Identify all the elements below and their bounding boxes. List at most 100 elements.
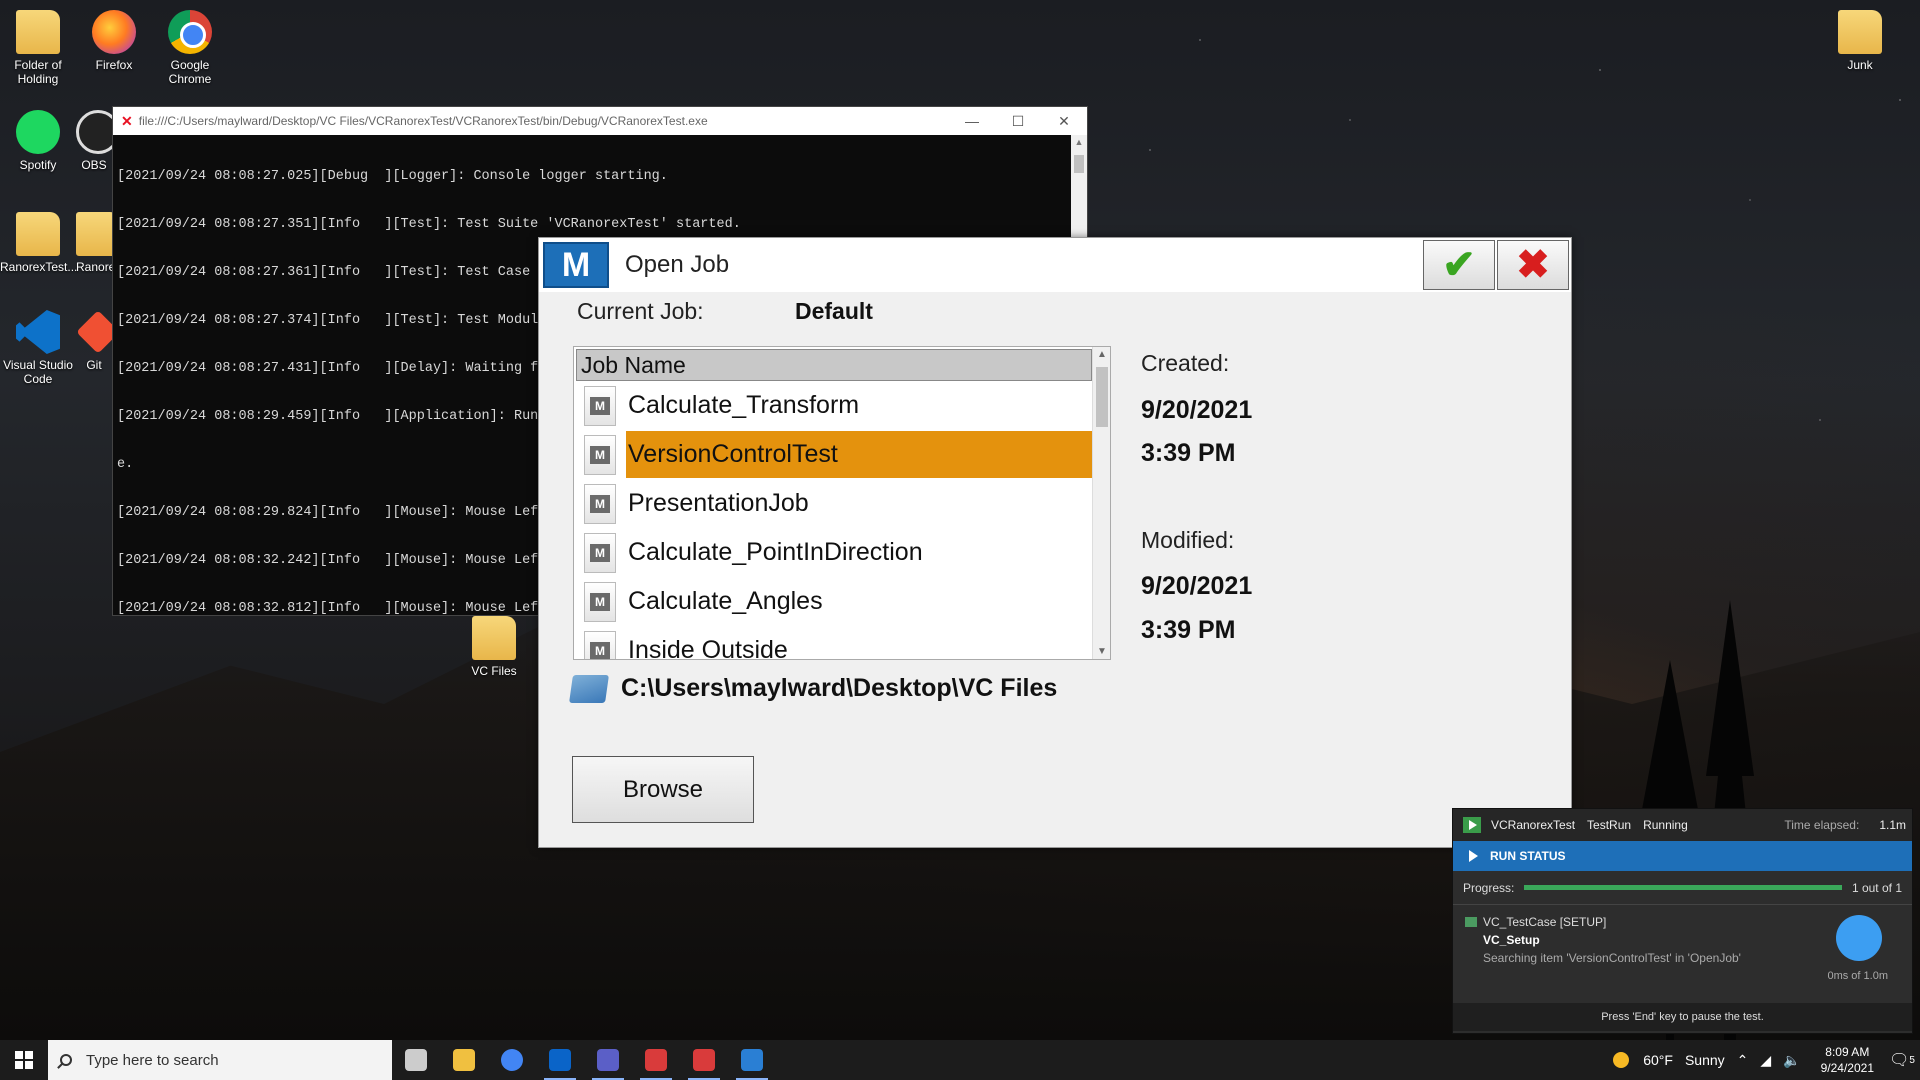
job-name: Calculate_PointInDirection [628, 538, 923, 566]
list-item[interactable]: M Inside Outside [574, 626, 1092, 660]
cancel-button[interactable]: ✖ [1497, 240, 1569, 290]
folder-icon [1838, 10, 1882, 54]
desktop-icon-git[interactable]: Git [76, 310, 112, 372]
progress-bar [1524, 885, 1842, 890]
progress-count: 1 out of 1 [1851, 880, 1902, 895]
weather-text[interactable]: Sunny [1685, 1052, 1725, 1068]
job-list-scrollbar[interactable]: ▲ ▼ [1092, 347, 1110, 659]
desktop-icon-folder-of-holding[interactable]: Folder of Holding [0, 10, 76, 86]
scrollbar-thumb[interactable] [1074, 155, 1084, 173]
pause-hint: Press 'End' key to pause the test. [1453, 1003, 1912, 1031]
created-time: 3:39 PM [1141, 439, 1236, 467]
taskbar-file-explorer[interactable] [440, 1040, 488, 1080]
scroll-down-icon[interactable]: ▼ [1093, 646, 1110, 657]
scroll-up-icon[interactable]: ▲ [1093, 349, 1110, 360]
browse-button[interactable]: Browse [572, 756, 754, 823]
clock[interactable]: 8:09 AM 9/24/2021 [1821, 1044, 1874, 1076]
desktop-icon-vc-files[interactable]: VC Files [456, 616, 532, 678]
scroll-up-icon[interactable]: ▲ [1071, 137, 1087, 147]
taskbar-ranorex-studio[interactable] [680, 1040, 728, 1080]
list-item[interactable]: M PresentationJob [574, 479, 1092, 528]
created-label: Created: [1141, 350, 1230, 376]
console-line: [2021/09/24 08:08:27.351][Info ][Test]: … [117, 217, 741, 232]
folder-icon [76, 212, 112, 256]
desktop-icon-ranorex[interactable]: Ranore [76, 212, 112, 274]
time-elapsed: Time elapsed: 1.1m [1784, 818, 1906, 832]
firefox-icon [92, 10, 136, 54]
start-button[interactable] [0, 1040, 48, 1080]
notification-button[interactable]: 🗨 5 [1884, 1040, 1920, 1080]
run-status-toggle[interactable]: RUN STATUS [1453, 841, 1912, 871]
git-icon [76, 310, 112, 354]
list-item-selected[interactable]: M VersionControlTest [574, 430, 1092, 479]
job-file-icon: M [584, 434, 616, 475]
desktop-icon-vscode[interactable]: Visual Studio Code [0, 310, 76, 386]
notification-count: 5 [1909, 1054, 1915, 1066]
list-item[interactable]: M Calculate_Angles [574, 577, 1092, 626]
checkmark-icon: ✔ [1442, 243, 1476, 287]
desktop-icon-obs[interactable]: OBS [76, 110, 112, 172]
list-item[interactable]: M Calculate_PointInDirection [574, 528, 1092, 577]
taskbar-chrome[interactable] [488, 1040, 536, 1080]
maximize-button[interactable]: ☐ [995, 113, 1041, 130]
folder-icon [16, 212, 60, 256]
desktop-icon-chrome[interactable]: Google Chrome [152, 10, 228, 86]
ranorex-run-panel[interactable]: VCRanorexTest TestRun Running Time elaps… [1452, 808, 1913, 1034]
minimize-button[interactable]: — [949, 113, 995, 130]
desktop-icon-spotify[interactable]: Spotify [0, 110, 76, 172]
task-view-icon [405, 1049, 427, 1071]
modified-date: 9/20/2021 [1141, 572, 1253, 600]
ranorex-header: VCRanorexTest TestRun Running Time elaps… [1453, 809, 1912, 841]
taskbar-outlook[interactable] [536, 1040, 584, 1080]
search-placeholder: Type here to search [86, 1051, 219, 1069]
expand-icon [1469, 850, 1478, 862]
ranorex-studio-icon [693, 1049, 715, 1071]
weather-temp[interactable]: 60°F [1643, 1052, 1673, 1068]
outlook-icon [549, 1049, 571, 1071]
ok-button[interactable]: ✔ [1423, 240, 1495, 290]
path-text: C:\Users\maylward\Desktop\VC Files [621, 674, 1058, 702]
test-case-icon [1465, 917, 1477, 927]
spotify-icon [16, 110, 60, 154]
taskbar-search[interactable]: Type here to search [48, 1040, 392, 1080]
list-item[interactable]: M Calculate_Transform [574, 381, 1092, 430]
step-timer: 0ms of 1.0m [1827, 970, 1888, 982]
scrollbar-thumb[interactable] [1096, 367, 1108, 427]
network-icon[interactable]: ◢ [1760, 1052, 1771, 1069]
run-state: Running [1643, 818, 1688, 832]
taskbar-ranorex-runner[interactable] [728, 1040, 776, 1080]
job-list[interactable]: Job Name M Calculate_Transform M Version… [573, 346, 1111, 660]
desktop-icon-junk[interactable]: Junk [1822, 10, 1898, 72]
volume-icon[interactable]: 🔈 [1783, 1052, 1800, 1069]
windows-icon [15, 1051, 33, 1069]
modified-time: 3:39 PM [1141, 616, 1236, 644]
search-icon [60, 1054, 72, 1066]
created-date: 9/20/2021 [1141, 396, 1253, 424]
desktop-icon-firefox[interactable]: Firefox [76, 10, 152, 72]
chevron-up-icon[interactable]: ⌃ [1737, 1052, 1749, 1069]
desktop-icon-ranorextest[interactable]: RanorexTest... [0, 212, 77, 274]
magnet-logo-icon: M [543, 242, 609, 288]
task-view-button[interactable] [392, 1040, 440, 1080]
system-tray: 60°F Sunny ⌃ ◢ 🔈 8:09 AM 9/24/2021 🗨 5 [1613, 1040, 1920, 1080]
file-explorer-icon [453, 1049, 475, 1071]
open-job-dialog[interactable]: M Open Job ✔ ✖ Current Job: Default Job … [538, 237, 1572, 848]
folder-icon [472, 616, 516, 660]
console-title: file:///C:/Users/maylward/Desktop/VC Fil… [138, 114, 708, 128]
column-header-job-name[interactable]: Job Name [576, 349, 1092, 381]
job-file-icon: M [584, 630, 616, 659]
console-titlebar[interactable]: ✕ file:///C:/Users/maylward/Desktop/VC F… [113, 107, 1087, 135]
current-job-value: Default [795, 298, 873, 324]
vscode-icon [16, 310, 60, 354]
job-file-icon: M [584, 581, 616, 622]
chrome-icon [168, 10, 212, 54]
taskbar-teams[interactable] [584, 1040, 632, 1080]
progress-spinner-icon [1836, 915, 1882, 961]
taskbar-ranorex[interactable] [632, 1040, 680, 1080]
activity-text: Searching item 'VersionControlTest' in '… [1483, 951, 1741, 965]
job-name: Inside Outside [628, 636, 788, 660]
run-name: TestRun [1587, 818, 1632, 832]
folder-icon [569, 674, 609, 703]
close-button[interactable]: ✕ [1041, 113, 1087, 130]
obs-icon [76, 110, 112, 154]
